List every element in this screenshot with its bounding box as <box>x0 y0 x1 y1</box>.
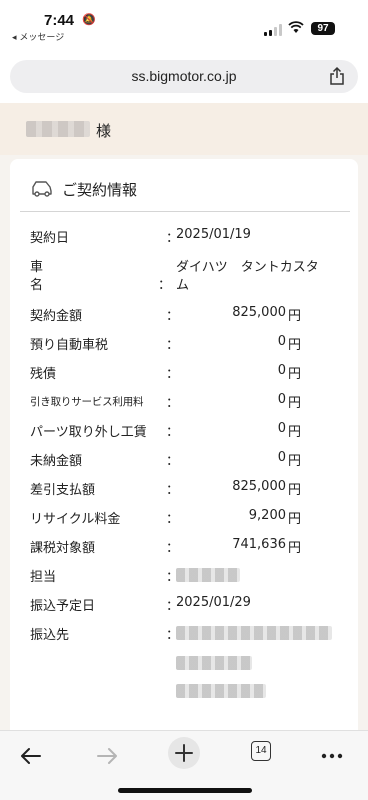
share-icon[interactable] <box>328 66 346 86</box>
row-transfer-date: 振込予定日 ： 2025/01/29 <box>30 595 350 617</box>
value-recycle-fee: 9,200 <box>248 508 286 523</box>
label-deposit-tax: 預り自動車税 <box>30 338 109 353</box>
value-car-name-line2: ム <box>176 278 190 293</box>
value-unpaid: 0 <box>277 450 286 465</box>
divider <box>20 211 350 212</box>
row-deposit-tax: 預り自動車税 ： 0 円 <box>30 334 350 356</box>
account-type-redacted <box>176 656 252 670</box>
new-tab-plus-icon[interactable] <box>164 735 204 771</box>
yen-unit: 円 <box>288 425 302 440</box>
status-bar: 7:44 🔕 ◂ メッセージ 97 <box>0 0 368 46</box>
label-car-name-line2: 名 <box>30 278 44 293</box>
value-contract-date: 2025/01/19 <box>176 227 251 242</box>
yen-unit: 円 <box>288 396 302 411</box>
yen-unit: 円 <box>288 309 302 324</box>
label-transfer-to: 振込先 <box>30 628 70 643</box>
label-contract-amount: 契約金額 <box>30 309 83 324</box>
colon: ： <box>166 541 180 556</box>
account-holder-redacted <box>176 684 266 698</box>
contract-info-card: ご契約情報 契約日 ： 2025/01/19 車 名 ： ダイハツ タントカスタ… <box>10 159 358 730</box>
label-net-payment: 差引支払額 <box>30 483 96 498</box>
colon: ： <box>166 512 180 527</box>
home-indicator <box>118 788 252 793</box>
colon: ： <box>166 454 180 469</box>
more-menu-icon[interactable] <box>314 741 354 771</box>
forward-arrow-icon[interactable] <box>86 741 126 771</box>
car-icon <box>32 181 52 197</box>
row-unpaid: 未納金額 ： 0 円 <box>30 450 350 472</box>
status-time: 7:44 <box>44 12 75 29</box>
label-staff: 担当 <box>30 570 57 585</box>
customer-name-redacted <box>26 121 90 137</box>
label-pickup-fee: 引き取りサービス利用料 <box>30 396 144 408</box>
row-pickup-fee: 引き取りサービス利用料 ： 0 円 <box>30 392 350 414</box>
row-transfer-to: 振込先 ： <box>30 624 350 704</box>
yen-unit: 円 <box>288 512 302 527</box>
row-remaining-debt: 残債 ： 0 円 <box>30 363 350 385</box>
colon: ： <box>166 483 180 498</box>
label-unpaid: 未納金額 <box>30 454 83 469</box>
yen-unit: 円 <box>288 454 302 469</box>
colon: ： <box>166 396 180 411</box>
label-parts-removal: パーツ取り外し工賃 <box>30 425 147 440</box>
yen-unit: 円 <box>288 541 302 556</box>
address-bar[interactable]: ss.bigmotor.co.jp <box>10 60 358 93</box>
row-contract-date: 契約日 ： 2025/01/19 <box>30 227 350 249</box>
staff-name-redacted <box>176 568 240 582</box>
row-staff: 担当 ： <box>30 566 350 588</box>
back-arrow-icon[interactable] <box>12 741 52 771</box>
row-car-name: 車 名 ： ダイハツ タントカスタ ム <box>30 256 350 296</box>
tabs-button[interactable]: 14 <box>251 741 271 761</box>
honorific-suffix: 様 <box>96 122 112 140</box>
value-contract-amount: 825,000 <box>232 305 286 320</box>
value-taxable-amount: 741,636 <box>232 537 286 552</box>
yen-unit: 円 <box>288 483 302 498</box>
value-transfer-date: 2025/01/29 <box>176 595 251 610</box>
value-remaining-debt: 0 <box>277 363 286 378</box>
row-contract-amount: 契約金額 ： 825,000 円 <box>30 305 350 327</box>
colon: ： <box>158 278 172 293</box>
colon: ： <box>166 338 180 353</box>
label-taxable-amount: 課税対象額 <box>30 541 96 556</box>
greeting-bar: 様 <box>0 103 368 155</box>
label-transfer-date: 振込予定日 <box>30 599 96 614</box>
silent-bell-icon: 🔕 <box>82 13 96 26</box>
value-parts-removal: 0 <box>277 421 286 436</box>
battery-indicator: 97 <box>311 22 335 35</box>
label-car-name-line1: 車 <box>30 260 44 275</box>
row-taxable-amount: 課税対象額 ： 741,636 円 <box>30 537 350 559</box>
bank-name-redacted <box>176 626 332 640</box>
label-contract-date: 契約日 <box>30 231 70 246</box>
value-net-payment: 825,000 <box>232 479 286 494</box>
url-text[interactable]: ss.bigmotor.co.jp <box>10 68 358 84</box>
label-recycle-fee: リサイクル料金 <box>30 512 121 527</box>
colon: ： <box>166 425 180 440</box>
colon: ： <box>166 367 180 382</box>
wifi-icon <box>288 21 304 33</box>
row-recycle-fee: リサイクル料金 ： 9,200 円 <box>30 508 350 530</box>
value-deposit-tax: 0 <box>277 334 286 349</box>
card-title: ご契約情報 <box>62 181 138 199</box>
row-net-payment: 差引支払額 ： 825,000 円 <box>30 479 350 501</box>
cellular-signal-icon <box>264 24 284 36</box>
yen-unit: 円 <box>288 367 302 382</box>
yen-unit: 円 <box>288 338 302 353</box>
back-to-app-link[interactable]: ◂ メッセージ <box>12 30 64 43</box>
value-car-name-line1: ダイハツ タントカスタ <box>176 260 319 275</box>
row-parts-removal: パーツ取り外し工賃 ： 0 円 <box>30 421 350 443</box>
colon: ： <box>166 309 180 324</box>
value-pickup-fee: 0 <box>277 392 286 407</box>
label-remaining-debt: 残債 <box>30 367 57 382</box>
page-content: 様 ご契約情報 契約日 ： 2025/01/19 車 名 ： ダイハツ タントカ… <box>0 103 368 730</box>
